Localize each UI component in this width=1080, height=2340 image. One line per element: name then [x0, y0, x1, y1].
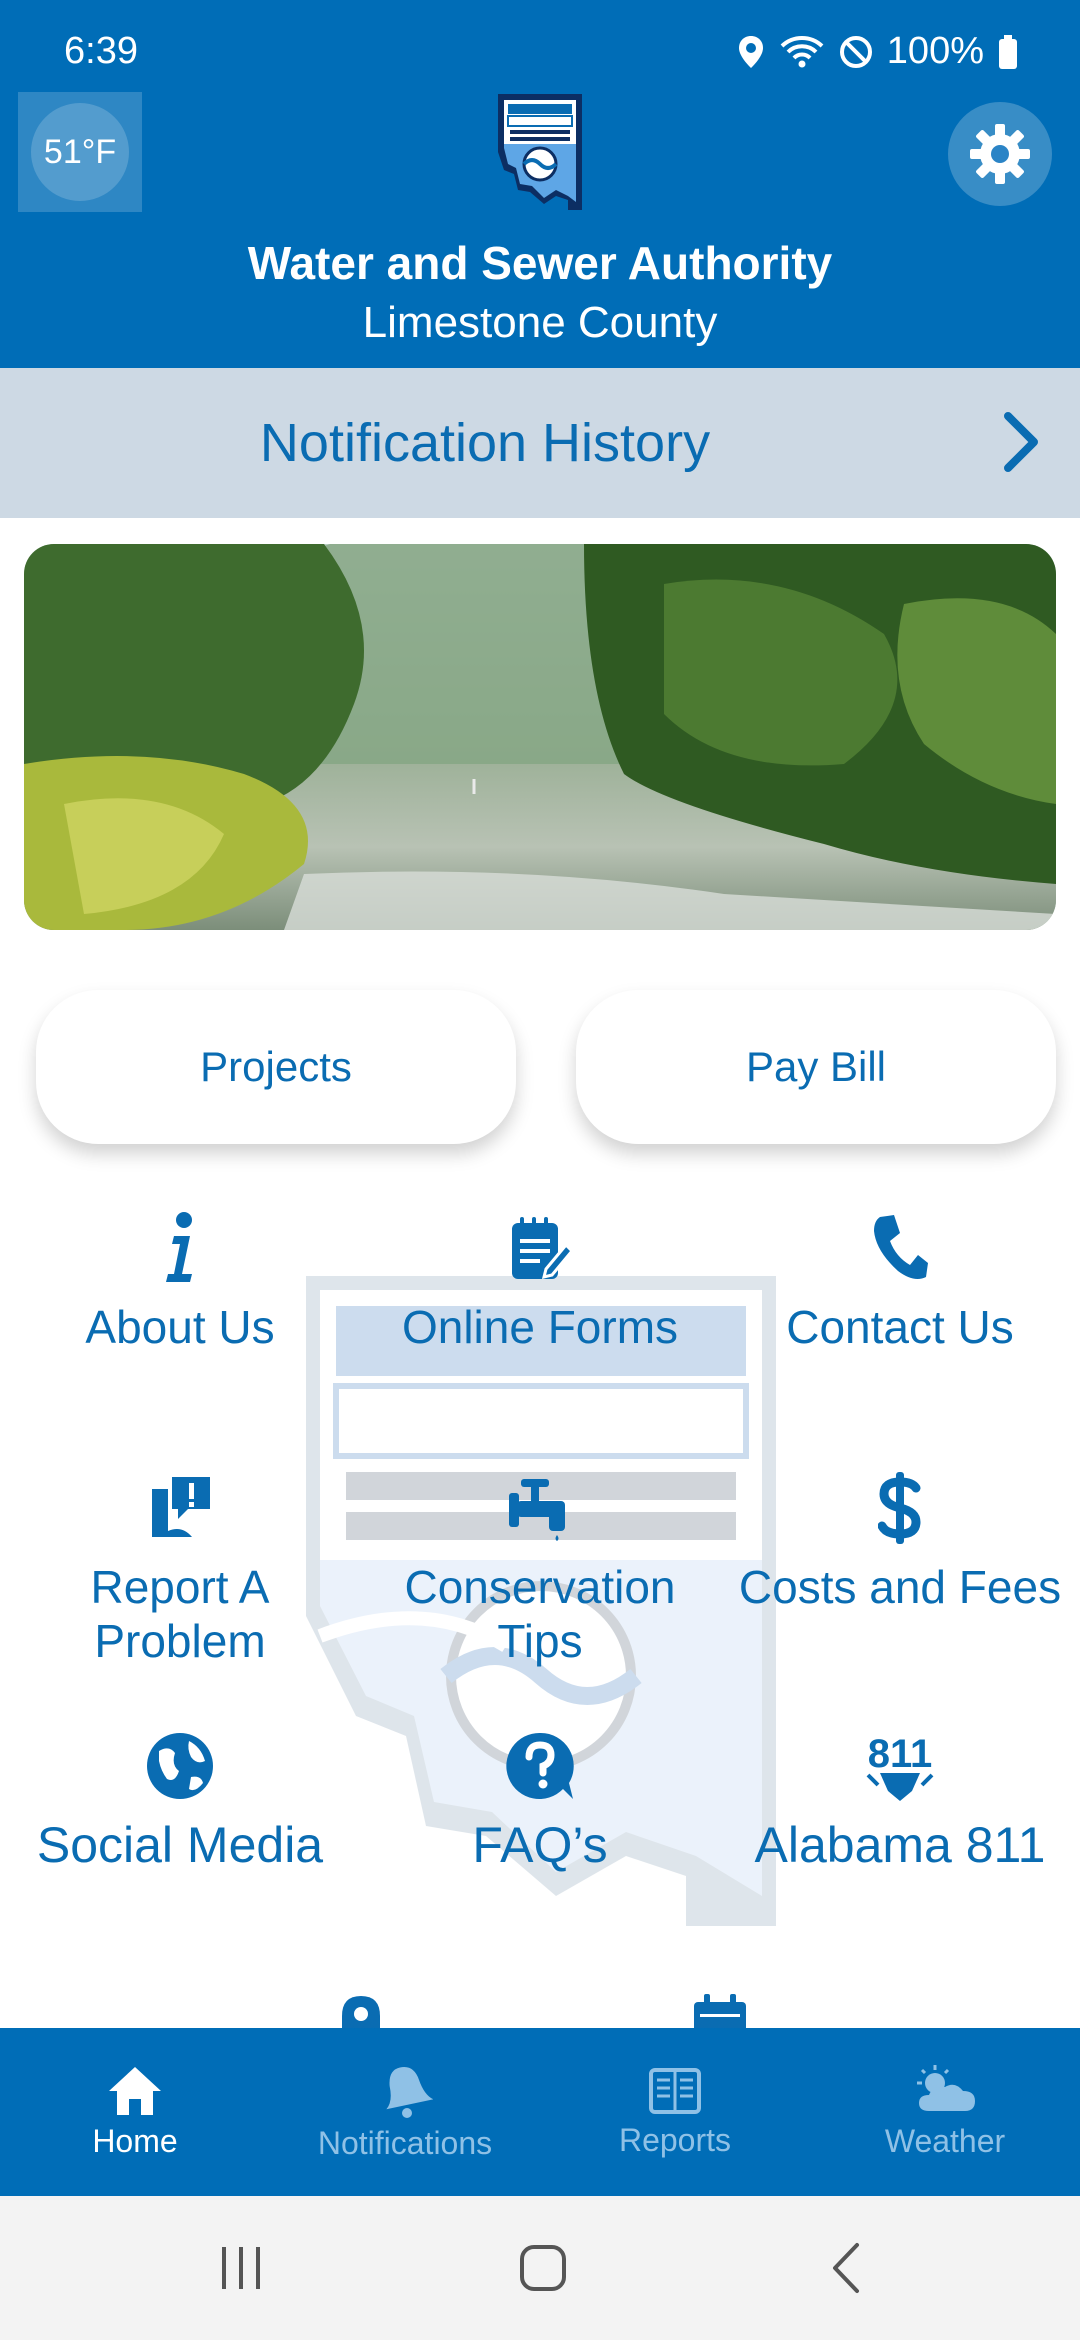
newspaper-icon: [649, 2067, 701, 2114]
organization-name: Water and Sewer Authority: [247, 237, 833, 289]
do-not-disturb-icon: [839, 35, 872, 68]
bottom-navigation: Home Notifications Reports Weather: [0, 2028, 1080, 2196]
nav-home[interactable]: Home: [0, 2028, 270, 2196]
chevron-right-icon: [1004, 412, 1038, 472]
question-icon: [506, 1732, 574, 1799]
nav-weather[interactable]: Weather: [810, 2028, 1080, 2196]
battery-icon: [999, 34, 1017, 69]
svg-text:811: 811: [868, 1732, 933, 1776]
info-icon: [166, 1212, 192, 1282]
form-icon: [512, 1217, 572, 1280]
notification-history-label: Notification History: [259, 413, 711, 473]
nav-reports[interactable]: Reports: [540, 2028, 810, 2196]
grid-item-online-forms[interactable]: Online Forms: [360, 1206, 720, 1354]
home-icon: [109, 2066, 161, 2115]
status-time: 6:39: [64, 30, 138, 72]
pay-bill-button[interactable]: Pay Bill: [576, 990, 1056, 1144]
grid-label: Costs and Fees: [738, 1561, 1062, 1613]
back-button[interactable]: [800, 2226, 890, 2310]
weather-widget[interactable]: 51°F: [18, 92, 142, 212]
grid-item-alabama-811[interactable]: 811 Alabama 811: [720, 1724, 1080, 1872]
county-name: Limestone County: [362, 298, 718, 347]
faucet-icon: [509, 1479, 565, 1541]
notification-history-bar[interactable]: Notification History: [0, 368, 1080, 518]
grid-label: Social Media: [36, 1817, 324, 1873]
nav-label: Reports: [618, 2121, 732, 2158]
grid-item-costs-and-fees[interactable]: Costs and Fees: [720, 1466, 1080, 1614]
nav-label: Home: [92, 2122, 178, 2159]
grid-item-faqs[interactable]: FAQ’s: [360, 1724, 720, 1872]
bell-icon: [386, 2066, 433, 2118]
grid-item-contact-us[interactable]: Contact Us: [720, 1206, 1080, 1354]
grid-label: Online Forms: [401, 1301, 679, 1353]
phone-icon: [874, 1215, 928, 1279]
projects-button[interactable]: Projects: [36, 990, 516, 1144]
nav-notifications[interactable]: Notifications: [270, 2028, 540, 2196]
status-icons: 100%: [737, 30, 1018, 73]
home-system-button[interactable]: [498, 2226, 588, 2310]
county-logo: [494, 92, 586, 212]
gear-icon: [970, 124, 1030, 184]
wifi-icon: [780, 35, 824, 67]
hero-image: [24, 544, 1056, 930]
alabama-811-icon: 811: [866, 1732, 934, 1801]
grid-label: Report A Problem: [90, 1561, 270, 1667]
grid-item-about-us[interactable]: About Us: [0, 1206, 360, 1354]
home-square-icon: [520, 2245, 566, 2291]
grid-item-social-media[interactable]: Social Media: [0, 1724, 360, 1872]
grid-label: Alabama 811: [754, 1817, 1046, 1873]
grid-item-conservation-tips[interactable]: Conservation Tips: [360, 1466, 720, 1668]
report-icon: [152, 1477, 210, 1537]
battery-percent: 100%: [886, 30, 984, 72]
grid-label: FAQ’s: [472, 1817, 608, 1873]
back-chevron-icon: [833, 2243, 859, 2293]
system-navigation-bar: [0, 2196, 1080, 2340]
location-icon: [738, 35, 763, 68]
nav-label: Weather: [884, 2122, 1006, 2159]
settings-button[interactable]: [948, 102, 1052, 206]
weather-icon: [917, 2064, 975, 2111]
recent-apps-button[interactable]: [196, 2226, 286, 2310]
recent-apps-icon: [222, 2247, 260, 2289]
nav-label: Notifications: [317, 2124, 493, 2161]
grid-label: About Us: [85, 1301, 275, 1353]
app-header: 6:39 100% 51°F Water and Sewer Authority…: [0, 0, 1080, 368]
dollar-icon: [878, 1472, 921, 1544]
grid-label: Contact Us: [786, 1301, 1014, 1353]
globe-icon: [147, 1733, 213, 1799]
grid-label: Conservation Tips: [404, 1561, 676, 1667]
temperature-label: 51°F: [31, 103, 129, 201]
grid-item-report-a-problem[interactable]: Report A Problem: [0, 1466, 360, 1668]
